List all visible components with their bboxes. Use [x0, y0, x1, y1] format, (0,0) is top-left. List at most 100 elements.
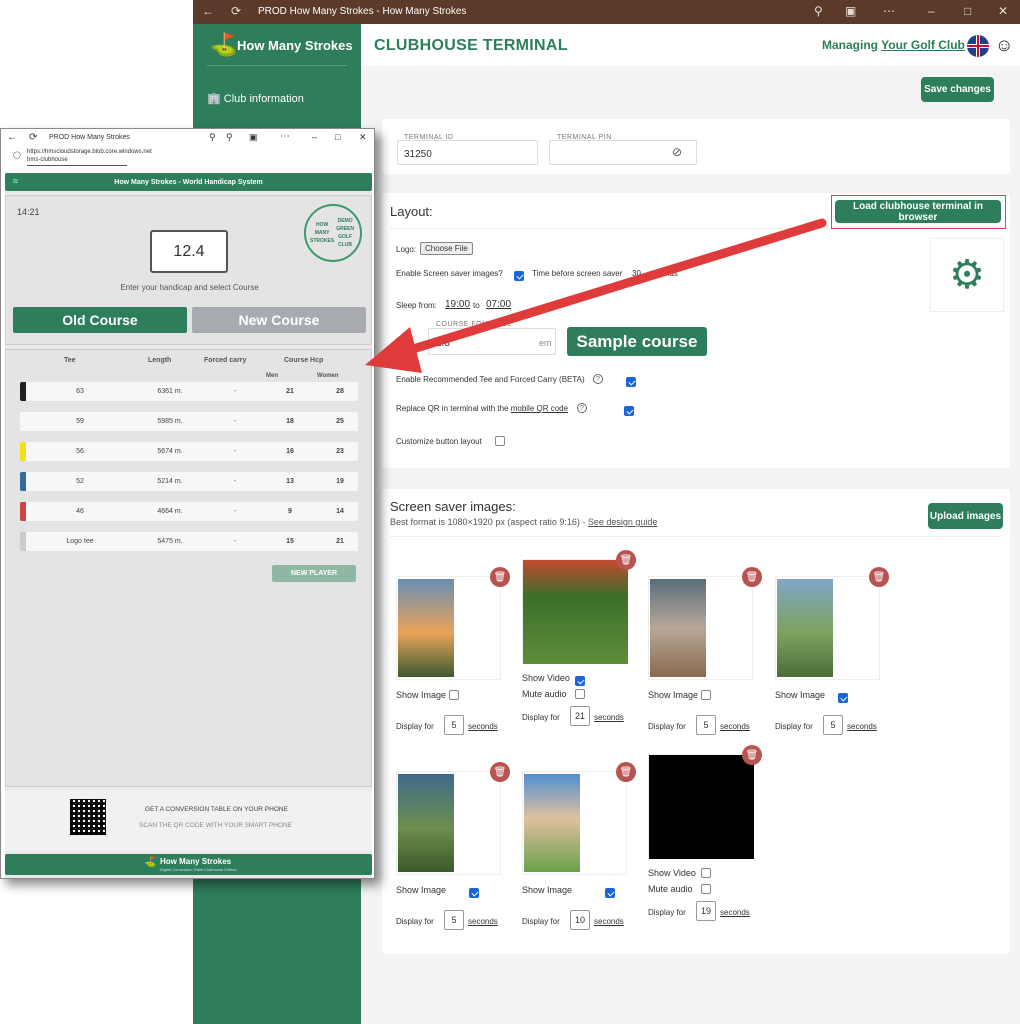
minimize-icon[interactable]: – [928, 4, 935, 18]
show-image-checkbox[interactable] [469, 888, 479, 898]
more-icon[interactable]: ⋯ [883, 4, 895, 18]
trash-icon[interactable]: 🗑 [742, 567, 762, 587]
display-seconds-input[interactable]: 5 [444, 715, 464, 735]
cell-length: 6361 m. [157, 388, 183, 395]
app-icon[interactable]: ▣ [845, 4, 856, 18]
show-video-checkbox[interactable] [575, 676, 585, 686]
cell-length: 5475 m. [157, 538, 183, 545]
user-icon[interactable]: ☺ [995, 35, 1013, 56]
display-seconds-input[interactable]: 5 [444, 910, 464, 930]
app-title: How Many Strokes - World Handicap System [114, 178, 263, 186]
cell-women: 19 [336, 478, 344, 485]
handicap-prompt: Enter your handicap and select Course [120, 283, 259, 292]
mobile-qr-link[interactable]: mobile QR code [511, 404, 568, 413]
show-image-label: Show Image [775, 690, 826, 700]
url-line-1[interactable]: https://hmscloudstorage.blob.core.window… [27, 149, 152, 155]
mute-audio-checkbox[interactable] [575, 689, 585, 699]
cell-forced: - [233, 478, 237, 485]
table-row[interactable]: 59 5985 m. - 18 25 [20, 412, 358, 431]
load-clubhouse-button[interactable]: Load clubhouse terminal in browser [835, 200, 1001, 223]
recommended-checkbox[interactable] [626, 377, 637, 387]
upload-images-button[interactable]: Upload images [928, 503, 1003, 529]
minimize-icon[interactable]: – [312, 132, 317, 142]
show-image-checkbox[interactable] [701, 690, 711, 700]
maximize-icon[interactable]: □ [964, 4, 971, 18]
maximize-icon[interactable]: □ [335, 132, 340, 142]
qr-title: GET A CONVERSION TABLE ON YOUR PHONE [145, 806, 288, 813]
club-link[interactable]: Your Golf Club [881, 38, 965, 52]
replace-qr-label: Replace QR in terminal with the mobile Q… [396, 404, 568, 413]
display-seconds-input[interactable]: 5 [823, 715, 843, 735]
display-for-label: Display for [648, 908, 686, 917]
show-image-checkbox[interactable] [838, 693, 848, 703]
old-course-button[interactable]: Old Course [13, 307, 187, 333]
trash-icon[interactable]: 🗑 [869, 567, 889, 587]
show-image-checkbox[interactable] [449, 690, 459, 700]
display-seconds-input[interactable]: 10 [570, 910, 590, 930]
table-row[interactable]: 46 4664 m. - 9 14 [20, 502, 358, 521]
trash-icon[interactable]: 🗑 [490, 567, 510, 587]
back-arrow-icon[interactable]: ← [7, 132, 17, 143]
video-preview [649, 755, 754, 859]
replace-qr-prefix: Replace QR in terminal with the [396, 404, 511, 413]
customize-label: Customize button layout [396, 437, 482, 446]
app-top-bar: ≈ How Many Strokes - World Handicap Syst… [5, 173, 372, 191]
trash-icon[interactable]: 🗑 [742, 745, 762, 765]
table-row[interactable]: 63 6361 m. - 21 28 [20, 382, 358, 401]
url-line-2[interactable]: hms-clubhouse [27, 157, 68, 163]
replace-qr-checkbox[interactable] [623, 406, 634, 416]
zoom-icon[interactable]: ⚲ [226, 132, 233, 143]
screen-saver-thumbnail[interactable] [396, 576, 501, 680]
design-guide-link[interactable]: See design guide [588, 517, 658, 527]
reload-icon[interactable]: ⟳ [231, 4, 241, 18]
app-icon[interactable]: ▣ [249, 132, 258, 143]
golfer-logo-icon: ⛳ [144, 857, 157, 868]
cell-tee: Logo tee [66, 538, 94, 545]
new-player-button[interactable]: NEW PLAYER [272, 565, 356, 582]
screen-saver-thumbnail[interactable] [648, 754, 754, 859]
back-arrow-icon[interactable]: ← [202, 4, 214, 18]
screen-saver-thumbnail[interactable] [396, 771, 501, 875]
display-seconds-input[interactable]: 19 [696, 901, 716, 921]
reload-icon[interactable]: ⟳ [29, 132, 37, 143]
cell-tee: 59 [76, 418, 84, 425]
screen-saver-thumbnail[interactable] [648, 576, 753, 680]
trash-icon[interactable]: 🗑 [616, 550, 636, 570]
table-row[interactable]: Logo tee 5475 m. - 15 21 [20, 532, 358, 551]
show-image-checkbox[interactable] [605, 888, 615, 898]
display-seconds-input[interactable]: 21 [570, 706, 590, 726]
table-row[interactable]: 56 5674 m. - 16 23 [20, 442, 358, 461]
close-icon[interactable]: ✕ [998, 4, 1008, 18]
mute-audio-checkbox[interactable] [701, 884, 711, 894]
close-icon[interactable]: ✕ [359, 132, 367, 143]
zoom-icon[interactable]: ⚲ [814, 4, 823, 18]
key-icon[interactable]: ⚲ [209, 132, 216, 143]
table-row[interactable]: 52 5214 m. - 13 19 [20, 472, 358, 491]
trash-icon[interactable]: 🗑 [616, 762, 636, 782]
seconds-label: seconds [847, 722, 877, 731]
display-seconds-input[interactable]: 5 [696, 715, 716, 735]
screen-saver-thumbnail[interactable] [522, 559, 628, 664]
screen-saver-thumbnail[interactable] [522, 771, 627, 875]
save-button[interactable]: Save changes [921, 77, 994, 102]
help-icon[interactable]: ? [577, 403, 587, 413]
handicap-input[interactable]: 12.4 [150, 230, 228, 273]
tee-color-marker [20, 502, 26, 521]
customize-checkbox[interactable] [495, 436, 505, 446]
page-title: CLUBHOUSE TERMINAL [374, 37, 568, 54]
more-icon[interactable]: ⋯ [280, 131, 290, 142]
show-video-checkbox[interactable] [701, 868, 711, 878]
uk-flag-icon[interactable] [967, 35, 989, 57]
trash-icon[interactable]: 🗑 [490, 762, 510, 782]
display-for-label: Display for [648, 722, 686, 731]
terminal-card: TERMINAL ID 31250 TERMINAL PIN ⊘ [382, 119, 1010, 174]
new-course-button[interactable]: New Course [192, 307, 366, 333]
screen-saver-thumbnail[interactable] [775, 576, 880, 680]
help-icon[interactable]: ? [593, 374, 603, 384]
cell-men: 15 [286, 538, 294, 545]
cell-tee: 52 [76, 478, 84, 485]
url-underline [27, 165, 127, 166]
display-for-label: Display for [775, 722, 813, 731]
sidebar-item-club-information[interactable]: 🏢 Club information [207, 92, 304, 105]
eye-off-icon[interactable]: ⊘ [672, 145, 682, 159]
